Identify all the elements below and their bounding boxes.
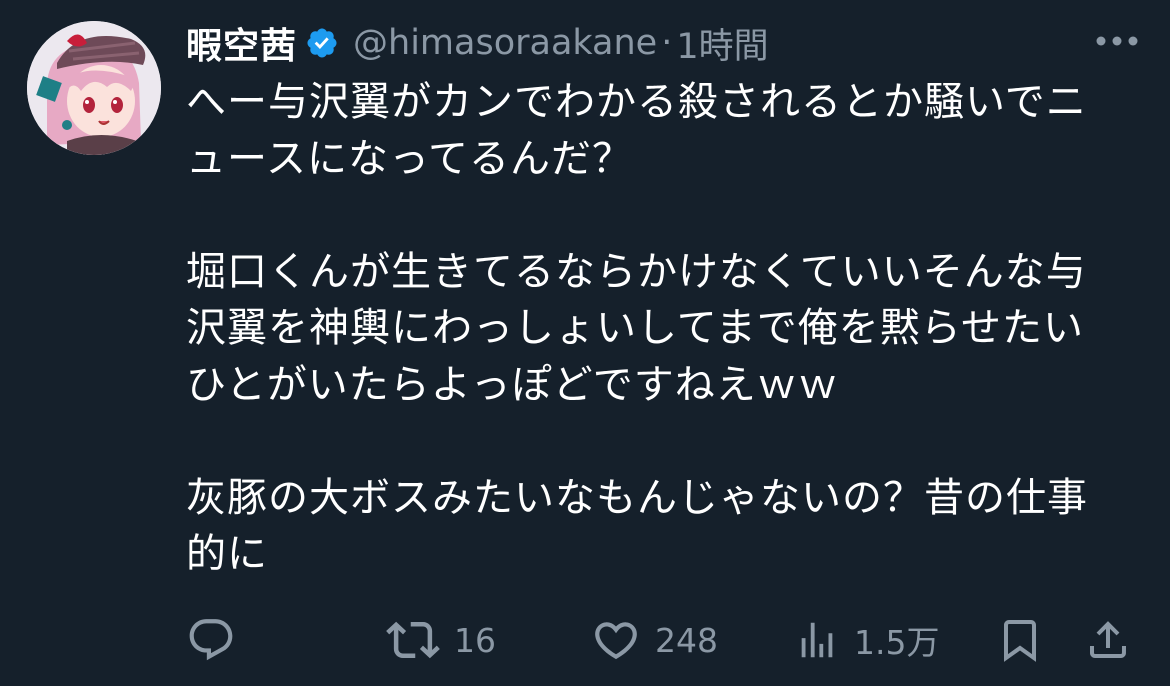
tweet: 暇空茜 @himasoraakane · 1時間 へー与沢翼がカンでわかる殺され… bbox=[0, 0, 1170, 686]
user-handle[interactable]: @himasoraakane bbox=[353, 23, 657, 63]
more-options-icon[interactable] bbox=[1094, 28, 1140, 54]
action-bar: 16 248 1.5万 bbox=[186, 612, 1136, 668]
views-icon bbox=[801, 622, 833, 658]
verified-badge-icon bbox=[307, 28, 337, 58]
separator-dot: · bbox=[661, 23, 673, 63]
share-button[interactable] bbox=[1084, 612, 1132, 668]
views-count: 1.5万 bbox=[854, 623, 940, 662]
bookmark-icon bbox=[1004, 620, 1036, 662]
avatar[interactable] bbox=[27, 21, 161, 155]
anime-character-avatar-icon bbox=[27, 21, 161, 155]
retweet-button[interactable]: 16 bbox=[386, 612, 496, 668]
tweet-text: へー与沢翼がカンでわかる殺されるとか騒いでニュースになってるんだ？ 堀口くんが生… bbox=[186, 79, 1088, 577]
display-name[interactable]: 暇空茜 bbox=[186, 17, 297, 69]
views-button[interactable]: 1.5万 bbox=[794, 612, 939, 668]
share-icon bbox=[1090, 621, 1126, 658]
heart-icon bbox=[595, 622, 637, 660]
retweet-count: 16 bbox=[454, 620, 496, 660]
reply-button[interactable] bbox=[186, 612, 250, 668]
like-button[interactable]: 248 bbox=[591, 612, 718, 668]
timestamp[interactable]: 1時間 bbox=[676, 18, 768, 69]
tweet-header: 暇空茜 @himasoraakane · 1時間 bbox=[186, 18, 769, 68]
reply-icon bbox=[189, 619, 233, 661]
retweet-icon bbox=[386, 621, 440, 659]
bookmark-button[interactable] bbox=[996, 612, 1044, 668]
like-count: 248 bbox=[655, 620, 718, 660]
